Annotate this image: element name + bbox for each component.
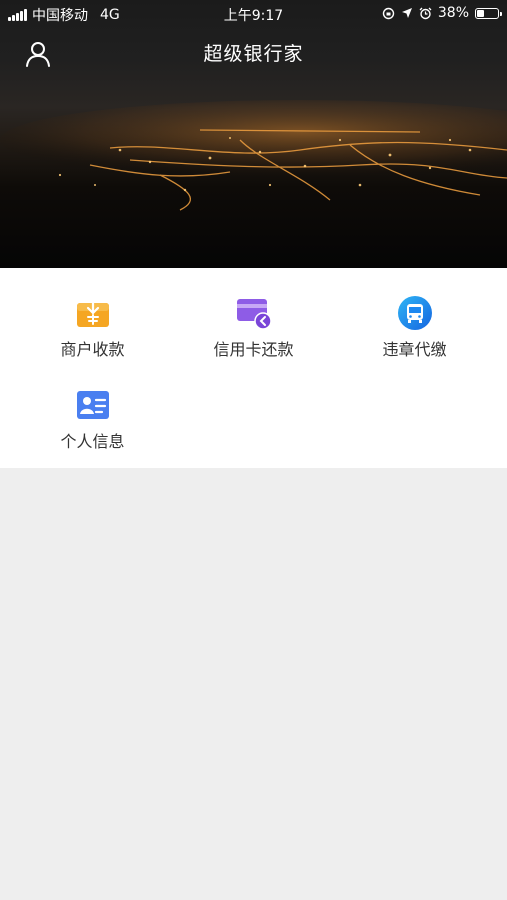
page-title: 超级银行家 — [203, 43, 304, 65]
nav-bar: 超级银行家 — [0, 32, 507, 72]
menu-item-personal-info[interactable]: 个人信息 — [8, 360, 177, 451]
rotation-lock-icon — [382, 7, 395, 19]
hero-banner: 中国移动 4G 上午9:17 38% 超级银行家 — [0, 0, 507, 268]
personal-info-card-icon — [76, 391, 109, 419]
traffic-fine-bus-icon — [397, 296, 432, 330]
alarm-icon — [419, 7, 432, 19]
battery-percent: 38% — [437, 5, 469, 21]
menu-item-merchant-payment[interactable]: 商户收款 — [8, 268, 177, 359]
menu-item-label: 个人信息 — [60, 432, 125, 451]
menu-item-credit-card-repay[interactable]: 信用卡还款 — [169, 268, 338, 359]
menu-item-label: 商户收款 — [60, 340, 125, 359]
location-arrow-icon — [401, 8, 412, 18]
menu-item-traffic-fine[interactable]: 违章代缴 — [330, 268, 499, 359]
battery-icon — [475, 7, 502, 19]
menu-item-label: 违章代缴 — [382, 340, 447, 359]
status-bar: 中国移动 4G 上午9:17 38% — [0, 0, 507, 28]
service-menu: 商户收款 信用卡还款 违章代缴 个人信息 — [0, 268, 507, 468]
menu-item-label: 信用卡还款 — [213, 340, 294, 359]
merchant-payment-icon — [76, 297, 109, 327]
empty-content-area — [0, 468, 507, 900]
credit-card-repay-icon — [236, 299, 272, 330]
